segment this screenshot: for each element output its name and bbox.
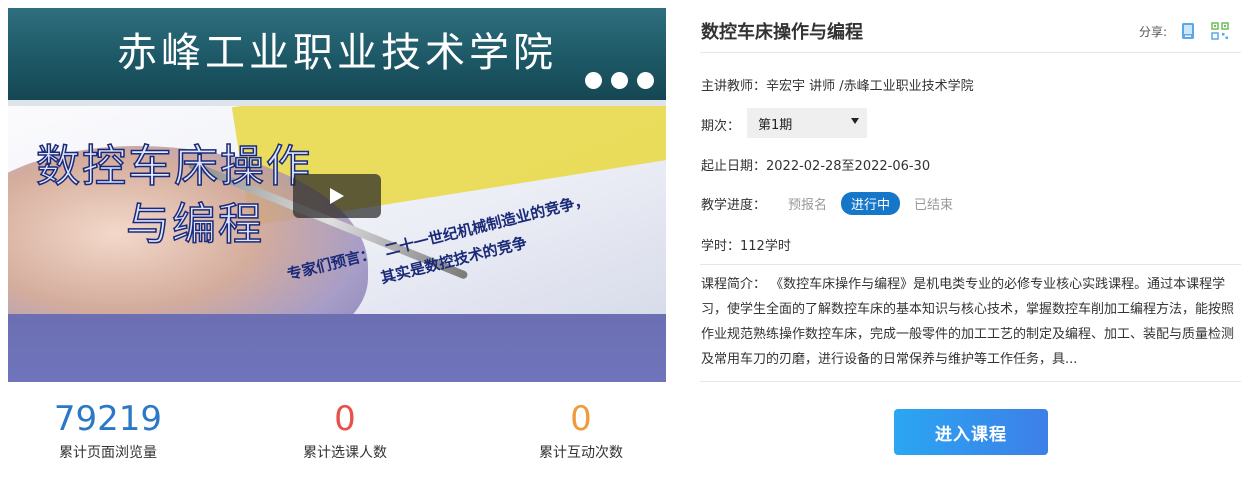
cover-banner: 赤峰工业职业技术学院	[8, 8, 666, 100]
progress-label: 教学进度：	[701, 198, 767, 213]
stat-page-views: 79219 累计页面浏览量	[8, 398, 208, 462]
stat-label: 累计选课人数	[303, 445, 387, 461]
banner-title: 赤峰工业职业技术学院	[117, 30, 557, 76]
course-intro: 课程简介： 《数控车床操作与编程》是机电类专业的必修专业核心实践课程。通过本课程…	[701, 277, 1235, 367]
course-teacher: 主讲教师：辛宏宇 讲师 /赤峰工业职业技术学院	[701, 79, 974, 94]
carousel-dots	[585, 72, 654, 89]
stat-enrolled: 0 累计选课人数	[245, 398, 445, 462]
qr-code-icon[interactable]	[1209, 20, 1231, 42]
course-hours: 学时：112学时	[701, 239, 791, 254]
course-cover-video[interactable]: 赤峰工业职业技术学院 数控车床操作 与编程 专家们预言： 二十一世纪机械制造业的…	[8, 8, 666, 382]
slide-title-line2: 与编程	[125, 198, 264, 251]
stat-value: 0	[334, 399, 356, 439]
divider	[700, 381, 1241, 382]
term-label: 期次：	[701, 119, 741, 134]
stat-label: 累计页面浏览量	[59, 445, 157, 461]
stat-label: 累计互动次数	[539, 445, 623, 461]
play-button[interactable]	[293, 174, 381, 218]
share-bar: 分享:	[1139, 20, 1231, 42]
divider	[700, 264, 1241, 265]
course-stats: 79219 累计页面浏览量 0 累计选课人数 0 累计互动次数	[8, 398, 666, 478]
course-title: 数控车床操作与编程	[701, 22, 863, 43]
course-dates: 起止日期：2022-02-28至2022-06-30	[701, 159, 931, 174]
teaching-progress: 教学进度： 预报名 进行中 已结束	[701, 192, 953, 215]
divider	[700, 52, 1241, 53]
stat-interactions: 0 累计互动次数	[481, 398, 681, 462]
stage-in-progress: 进行中	[841, 192, 901, 215]
play-icon	[330, 188, 344, 204]
book-icon[interactable]	[1177, 20, 1199, 42]
stage-finished: 已结束	[914, 198, 954, 213]
cover-footer-band	[8, 314, 666, 382]
term-select-value: 第1期	[758, 117, 793, 133]
term-select[interactable]: 第1期	[747, 108, 867, 138]
caret-down-icon	[851, 118, 859, 124]
course-info-panel: 数控车床操作与编程 分享: 主讲教师：辛宏宇 讲师 /赤峰工业职业技术学院 期次…	[700, 0, 1241, 491]
carousel-dot[interactable]	[637, 72, 654, 89]
carousel-dot[interactable]	[611, 72, 628, 89]
stat-value: 79219	[53, 399, 163, 439]
stat-value: 0	[570, 399, 592, 439]
slide-title: 数控车床操作 与编程	[35, 138, 312, 254]
carousel-dot[interactable]	[585, 72, 602, 89]
slide-title-line1: 数控车床操作	[35, 140, 312, 193]
stage-pre-enroll: 预报名	[788, 198, 828, 213]
enter-course-button[interactable]: 进入课程	[894, 409, 1048, 455]
share-label: 分享:	[1138, 24, 1167, 39]
